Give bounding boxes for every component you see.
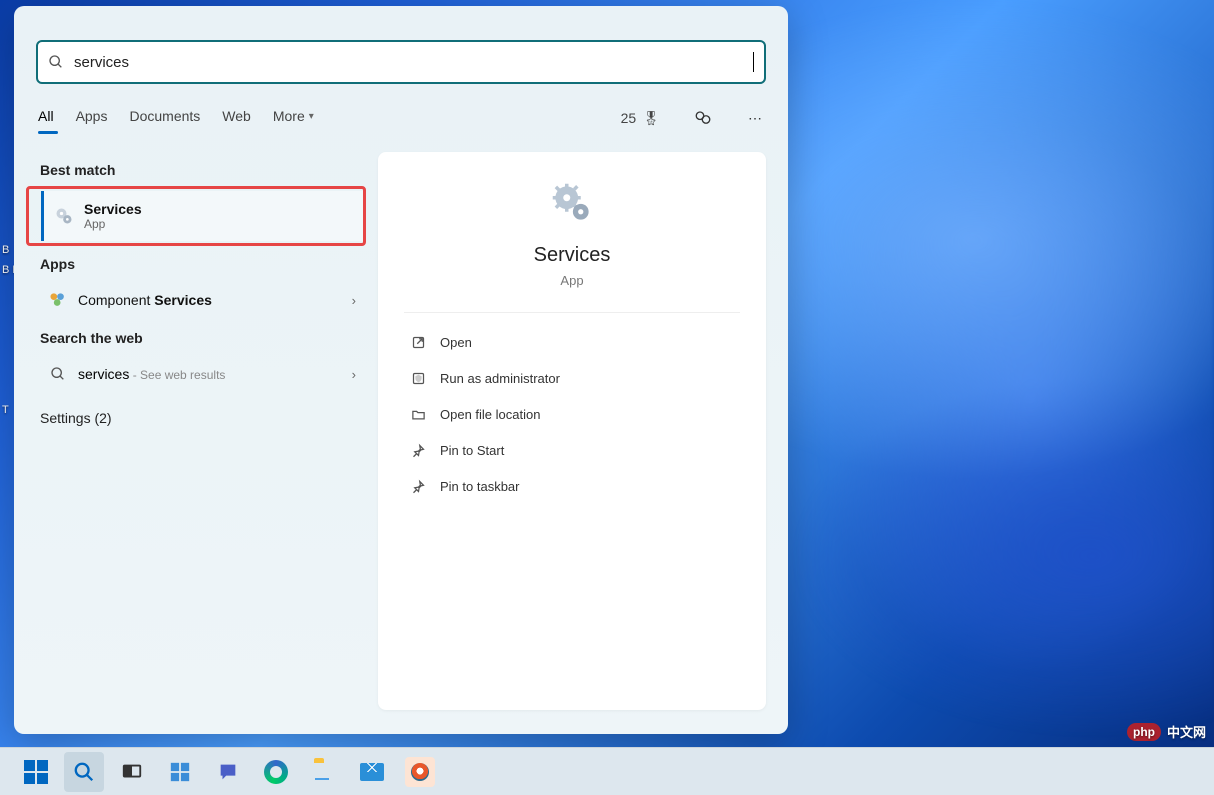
text-cursor xyxy=(753,52,754,72)
task-view-icon xyxy=(121,761,143,783)
section-apps: Apps xyxy=(40,256,364,272)
highlight-annotation: Services App xyxy=(26,186,366,246)
result-services-app[interactable]: Services App xyxy=(41,191,363,241)
result-web-search[interactable]: services - See web results › xyxy=(40,354,364,394)
action-open-file-location[interactable]: Open file location xyxy=(404,399,740,429)
gear-icon xyxy=(54,206,74,226)
app-icon xyxy=(405,757,435,787)
preview-title: Services xyxy=(534,244,611,267)
action-run-admin[interactable]: Run as administrator xyxy=(404,363,740,393)
action-open[interactable]: Open xyxy=(404,327,740,357)
tab-web[interactable]: Web xyxy=(222,102,251,134)
watermark: php 中文网 xyxy=(1127,722,1206,741)
rewards-points[interactable]: 25 🎖 xyxy=(621,110,660,127)
section-best-match: Best match xyxy=(40,162,364,178)
result-title: services - See web results xyxy=(78,366,225,382)
mail-icon xyxy=(360,763,384,781)
gear-icon xyxy=(551,182,593,224)
chat-icon[interactable] xyxy=(694,109,712,127)
chat-icon xyxy=(217,761,239,783)
chat-button[interactable] xyxy=(208,752,248,792)
watermark-text: 中文网 xyxy=(1167,722,1206,741)
action-pin-taskbar[interactable]: Pin to taskbar xyxy=(404,471,740,501)
preview-pane: Services App Open Run as administrator O… xyxy=(378,152,766,710)
result-subtitle: App xyxy=(84,217,142,231)
start-search-panel: All Apps Documents Web More ▾ 25 🎖 ⋯ Bes… xyxy=(14,6,788,734)
chevron-right-icon: › xyxy=(352,293,356,308)
chevron-right-icon: › xyxy=(352,367,356,382)
pin-icon xyxy=(410,478,426,494)
tab-apps[interactable]: Apps xyxy=(76,102,108,134)
pinned-app-button[interactable] xyxy=(400,752,440,792)
windows-logo-icon xyxy=(24,760,48,784)
explorer-button[interactable] xyxy=(304,752,344,792)
folder-icon xyxy=(410,406,426,422)
result-title: Services xyxy=(84,201,142,217)
tab-documents[interactable]: Documents xyxy=(129,102,200,134)
results-column: Best match Services App Apps xyxy=(40,152,364,710)
edge-button[interactable] xyxy=(256,752,296,792)
search-icon xyxy=(73,761,95,783)
task-view-button[interactable] xyxy=(112,752,152,792)
tab-more-label: More xyxy=(273,108,305,124)
mail-button[interactable] xyxy=(352,752,392,792)
widgets-button[interactable] xyxy=(160,752,200,792)
tab-all[interactable]: All xyxy=(38,102,54,134)
pin-icon xyxy=(410,442,426,458)
more-options-icon[interactable]: ⋯ xyxy=(746,109,764,127)
section-settings[interactable]: Settings (2) xyxy=(40,410,364,426)
action-label: Open file location xyxy=(440,407,540,422)
search-icon xyxy=(48,364,68,384)
taskbar xyxy=(0,747,1214,795)
section-search-web: Search the web xyxy=(40,330,364,346)
action-label: Pin to taskbar xyxy=(440,479,520,494)
chevron-down-icon: ▾ xyxy=(309,111,314,122)
shield-icon xyxy=(410,370,426,386)
result-component-services[interactable]: Component Services › xyxy=(40,280,364,320)
open-icon xyxy=(410,334,426,350)
start-button[interactable] xyxy=(16,752,56,792)
action-pin-start[interactable]: Pin to Start xyxy=(404,435,740,465)
component-services-icon xyxy=(48,290,68,310)
preview-subtitle: App xyxy=(560,273,583,288)
taskbar-search-button[interactable] xyxy=(64,752,104,792)
search-tabs: All Apps Documents Web More ▾ 25 🎖 ⋯ xyxy=(14,90,788,134)
folder-icon xyxy=(312,762,336,782)
result-title: Component Services xyxy=(78,292,212,308)
search-icon xyxy=(48,54,64,70)
action-label: Run as administrator xyxy=(440,371,560,386)
edge-icon xyxy=(264,760,288,784)
medal-icon: 🎖 xyxy=(642,110,660,127)
action-label: Pin to Start xyxy=(440,443,504,458)
points-value: 25 xyxy=(621,110,637,126)
watermark-badge: php xyxy=(1127,723,1161,741)
action-label: Open xyxy=(440,335,472,350)
search-input[interactable] xyxy=(74,54,753,71)
tab-more[interactable]: More ▾ xyxy=(273,102,314,134)
search-box[interactable] xyxy=(36,40,766,84)
widgets-icon xyxy=(169,761,191,783)
